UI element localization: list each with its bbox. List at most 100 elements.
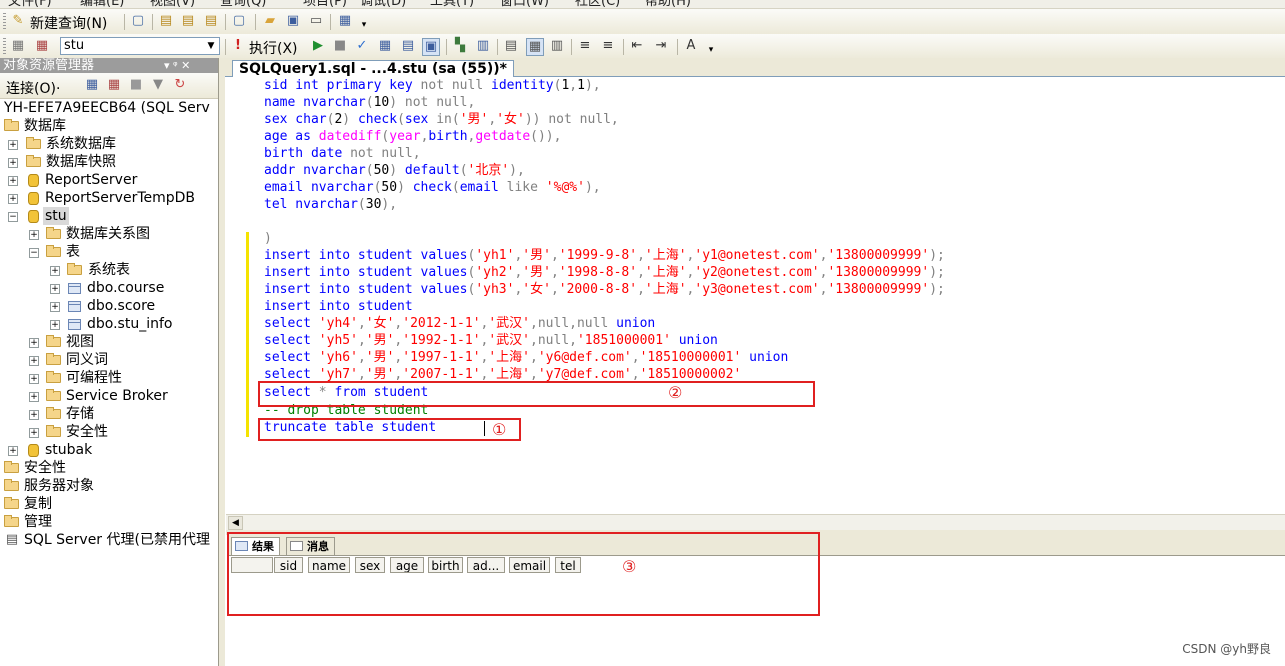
code-line[interactable]: addr nvarchar(50) default('北京'), <box>264 162 525 179</box>
increase-indent-icon[interactable]: ⇥ <box>653 38 669 54</box>
scroll-left-icon[interactable]: ◀ <box>228 516 243 530</box>
menu-debug[interactable]: 调试(D) <box>360 0 406 8</box>
uncomment-icon[interactable]: ≡ <box>600 38 616 54</box>
code-line[interactable]: select 'yh5','男','1992-1-1','武汉',null,'1… <box>264 332 718 349</box>
query-designer-icon[interactable]: ▤ <box>400 38 416 54</box>
expand-icon[interactable]: + <box>8 158 18 168</box>
expand-icon[interactable]: + <box>29 356 39 366</box>
expand-icon[interactable]: + <box>29 392 39 402</box>
toolbar-grip[interactable] <box>3 13 6 30</box>
expand-icon[interactable]: + <box>8 194 18 204</box>
stop-icon[interactable]: ■ <box>332 38 348 54</box>
filter-icon[interactable]: ▼ <box>150 77 166 93</box>
refresh-icon[interactable]: ↻ <box>172 77 188 93</box>
open-folder-icon[interactable]: ▰ <box>262 13 278 29</box>
parse-check-icon[interactable]: ✓ <box>354 38 370 54</box>
menu-help[interactable]: 帮助(H) <box>645 0 691 8</box>
toolbar-overflow-icon[interactable]: ▾ <box>703 42 719 58</box>
code-line[interactable]: insert into student values('yh2','男','19… <box>264 264 945 281</box>
chevron-down-icon[interactable]: ▼ <box>204 39 218 53</box>
database-select[interactable]: stu ▼ <box>60 37 220 55</box>
expand-icon[interactable]: + <box>29 374 39 384</box>
tree-node-reportservertempdb[interactable]: + ReportServerTempDB <box>8 189 218 207</box>
expand-icon[interactable]: + <box>8 176 18 186</box>
display-plan-icon[interactable]: ▦ <box>377 38 393 54</box>
connect-button[interactable]: 连接(O)· <box>6 78 60 98</box>
stop-icon[interactable]: ■ <box>128 77 144 93</box>
results-to-text-icon[interactable]: ▤ <box>503 38 519 54</box>
code-line[interactable]: sex char(2) check(sex in('男','女')) not n… <box>264 111 619 128</box>
code-line[interactable]: insert into student <box>264 298 413 315</box>
tree-node-dbo-stu-info[interactable]: + dbo.stu_info <box>50 315 218 333</box>
open-file-icon[interactable]: ▢ <box>231 13 247 29</box>
code-line[interactable]: sid int primary key not null identity(1,… <box>264 77 601 94</box>
tree-node-tables[interactable]: − 表 <box>29 243 218 261</box>
expand-icon[interactable]: + <box>29 410 39 420</box>
db-engine-query-icon[interactable]: ▤ <box>158 13 174 29</box>
tree-node-storage[interactable]: + 存储 <box>29 405 218 423</box>
menu-file[interactable]: 文件(F) <box>8 0 52 8</box>
tree-node-views[interactable]: + 视图 <box>29 333 218 351</box>
code-line[interactable]: name nvarchar(10) not null, <box>264 94 475 111</box>
tree-node-replication[interactable]: 复制 <box>4 495 214 513</box>
tree-node-stubak[interactable]: + stubak <box>8 441 218 459</box>
save-icon[interactable]: ▣ <box>285 13 301 29</box>
tree-node-system-tables[interactable]: + 系统表 <box>50 261 218 279</box>
expand-icon[interactable]: + <box>50 266 60 276</box>
menu-view[interactable]: 视图(V) <box>150 0 195 8</box>
code-line[interactable]: tel nvarchar(30), <box>264 196 397 213</box>
tree-node-stu[interactable]: − stu <box>8 207 218 225</box>
expand-icon[interactable]: + <box>29 230 39 240</box>
menu-project[interactable]: 项目(P) <box>303 0 347 8</box>
disconnect-icon[interactable]: ▦ <box>106 77 122 93</box>
editor-horizontal-scrollbar[interactable]: ◀ <box>226 514 1285 530</box>
comment-out-icon[interactable]: ≡ <box>577 38 593 54</box>
tree-node-synonyms[interactable]: + 同义词 <box>29 351 218 369</box>
tree-node-system-databases[interactable]: + 系统数据库 <box>8 135 218 153</box>
collapse-icon[interactable]: − <box>8 212 18 222</box>
client-stats-icon[interactable]: ▥ <box>475 38 491 54</box>
tree-node-db-diagrams[interactable]: + 数据库关系图 <box>29 225 218 243</box>
tree-node-sql-agent[interactable]: ▤ SQL Server 代理(已禁用代理 <box>4 531 218 549</box>
results-to-grid-icon[interactable]: ▣ <box>422 38 440 56</box>
tree-node-server-objects[interactable]: 服务器对象 <box>4 477 214 495</box>
code-line[interactable]: select 'yh4','女','2012-1-1','武汉',null,nu… <box>264 315 655 332</box>
panel-splitter[interactable] <box>219 58 225 666</box>
menu-tools[interactable]: 工具(T) <box>430 0 474 8</box>
results-grid-icon[interactable]: ▦ <box>526 38 544 56</box>
menu-edit[interactable]: 编辑(E) <box>80 0 124 8</box>
expand-icon[interactable]: + <box>8 140 18 150</box>
new-file-icon[interactable]: ▢ <box>130 13 146 29</box>
expand-icon[interactable]: + <box>29 338 39 348</box>
specify-values-icon[interactable]: A <box>683 38 699 54</box>
connect-object-icon[interactable]: ▦ <box>84 77 100 93</box>
decrease-indent-icon[interactable]: ⇤ <box>629 38 645 54</box>
tree-node-db-security[interactable]: + 安全性 <box>29 423 218 441</box>
menu-query[interactable]: 查询(Q) <box>220 0 266 8</box>
code-line[interactable]: birth date not null, <box>264 145 421 162</box>
activity-monitor-icon[interactable]: ▦ <box>337 13 353 29</box>
tree-node-dbo-score[interactable]: + dbo.score <box>50 297 218 315</box>
tree-node-programmability[interactable]: + 可编程性 <box>29 369 218 387</box>
tree-node-management[interactable]: 管理 <box>4 513 214 531</box>
include-plan-icon[interactable]: ▚ <box>452 38 468 54</box>
collapse-icon[interactable]: − <box>29 248 39 258</box>
code-line[interactable]: age as datediff(year,birth,getdate()), <box>264 128 561 145</box>
code-line[interactable]: select 'yh6','男','1997-1-1','上海','y6@def… <box>264 349 788 366</box>
panel-controls[interactable]: ▾ ᵠ ✕ <box>164 58 190 73</box>
expand-icon[interactable]: + <box>8 446 18 456</box>
code-line[interactable]: insert into student values('yh1','男','19… <box>264 247 945 264</box>
tab-sqlquery1[interactable]: SQLQuery1.sql - ...4.stu (sa (55))* <box>232 60 515 78</box>
execute-button[interactable]: 执行(X) <box>249 38 298 58</box>
toolbar-overflow-icon[interactable]: ▾ <box>356 17 372 33</box>
code-line[interactable]: insert into student values('yh3','女','20… <box>264 281 945 298</box>
mdx-query-icon[interactable]: ▤ <box>203 13 219 29</box>
code-line[interactable]: ) <box>264 230 272 247</box>
connect-icon[interactable]: ▦ <box>10 38 26 54</box>
menu-community[interactable]: 社区(C) <box>575 0 620 8</box>
tree-node-service-broker[interactable]: + Service Broker <box>29 387 218 405</box>
toolbar-grip[interactable] <box>3 38 6 55</box>
tree-node-databases[interactable]: 数据库 <box>4 117 214 135</box>
menu-window[interactable]: 窗口(W) <box>500 0 549 8</box>
code-line[interactable]: email nvarchar(50) check(email like '%@%… <box>264 179 601 196</box>
